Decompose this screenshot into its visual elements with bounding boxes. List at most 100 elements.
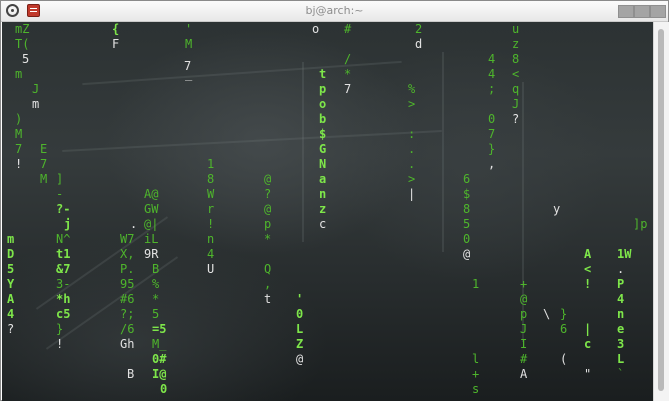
matrix-glyph: ; — [488, 82, 496, 96]
matrix-glyph: iL — [144, 232, 159, 246]
matrix-glyph: D — [7, 247, 15, 261]
matrix-glyph: n — [617, 307, 625, 321]
matrix-glyph: J — [520, 322, 528, 336]
matrix-glyph: c — [584, 337, 592, 351]
matrix-glyph: M — [40, 172, 48, 186]
matrix-glyph: ]p — [633, 217, 648, 231]
matrix-glyph: A — [520, 367, 528, 381]
matrix-glyph: } — [560, 307, 568, 321]
matrix-glyph: L — [296, 322, 304, 336]
matrix-glyph: t — [319, 67, 327, 81]
matrix-glyph: N — [319, 157, 327, 171]
matrix-glyph: /6 — [120, 322, 135, 336]
matrix-glyph: | — [408, 187, 416, 201]
matrix-glyph: 4 — [488, 52, 496, 66]
matrix-glyph: # — [520, 352, 528, 366]
background-scenery — [302, 62, 304, 242]
matrix-glyph: A — [584, 247, 592, 261]
matrix-glyph: I — [520, 337, 528, 351]
matrix-glyph: 2 — [415, 22, 423, 36]
matrix-glyph: $ — [319, 127, 327, 141]
minimize-button[interactable] — [618, 5, 634, 18]
matrix-glyph: o — [312, 22, 320, 36]
matrix-glyph: d — [415, 37, 423, 51]
matrix-glyph: 4 — [488, 67, 496, 81]
matrix-glyph: *h — [56, 292, 71, 306]
matrix-glyph: 7 — [40, 157, 48, 171]
background-scenery — [62, 130, 442, 152]
matrix-glyph: 0 — [296, 307, 304, 321]
matrix-glyph: F — [112, 37, 120, 51]
matrix-glyph: _ — [185, 67, 193, 81]
matrix-glyph: z — [512, 37, 520, 51]
matrix-glyph: 4 — [617, 292, 625, 306]
matrix-glyph: * — [264, 232, 272, 246]
matrix-glyph: p — [520, 307, 528, 321]
matrix-glyph: o — [319, 97, 327, 111]
matrix-glyph: 1 — [207, 157, 215, 171]
matrix-glyph: B — [127, 367, 135, 381]
matrix-glyph: W — [207, 187, 215, 201]
matrix-glyph: j — [64, 217, 72, 231]
matrix-glyph: B — [152, 262, 160, 276]
matrix-glyph: a — [319, 172, 327, 186]
background-scenery — [82, 60, 402, 86]
matrix-glyph: =5 — [152, 322, 167, 336]
scrollbar-thumb[interactable] — [658, 29, 664, 391]
background-scenery — [442, 52, 444, 252]
matrix-glyph: # — [344, 22, 352, 36]
matrix-glyph: m — [7, 232, 15, 246]
terminal-scrollbar[interactable] — [653, 22, 669, 401]
matrix-glyph: l — [472, 352, 480, 366]
title-bar[interactable]: bj@arch:~ — [1, 1, 668, 22]
matrix-glyph: t1 — [56, 247, 71, 261]
matrix-glyph: #6 — [120, 292, 135, 306]
matrix-glyph: 0 — [463, 232, 471, 246]
matrix-glyph: n — [319, 187, 327, 201]
matrix-glyph: s — [472, 382, 480, 396]
matrix-glyph: ' — [296, 292, 304, 306]
matrix-glyph: 4 — [7, 307, 15, 321]
matrix-glyph: ! — [56, 337, 64, 351]
matrix-glyph: ? — [264, 187, 272, 201]
matrix-glyph: A — [7, 292, 15, 306]
matrix-glyph: c5 — [56, 307, 71, 321]
maximize-button[interactable] — [634, 5, 650, 18]
matrix-glyph: 8 — [463, 202, 471, 216]
matrix-glyph: . — [408, 142, 416, 156]
matrix-glyph: 8 — [512, 52, 520, 66]
matrix-glyph: A@ — [144, 187, 159, 201]
matrix-glyph: , — [264, 277, 272, 291]
matrix-glyph: } — [56, 322, 64, 336]
close-button[interactable] — [650, 5, 666, 18]
matrix-glyph: q — [512, 82, 520, 96]
matrix-glyph: / — [344, 52, 352, 66]
matrix-glyph: M_ — [152, 337, 167, 351]
matrix-glyph: u — [512, 22, 520, 36]
matrix-glyph: 5 — [463, 217, 471, 231]
matrix-glyph: U — [207, 262, 215, 276]
matrix-glyph: ` — [617, 367, 625, 381]
matrix-glyph: E — [40, 142, 48, 156]
matrix-glyph: 1W — [617, 247, 632, 261]
matrix-glyph: 5 — [22, 52, 30, 66]
matrix-glyph: Z — [296, 337, 304, 351]
matrix-glyph: 6 — [560, 322, 568, 336]
matrix-glyph: z — [319, 202, 327, 216]
matrix-glyph: e — [617, 322, 625, 336]
matrix-glyph: @ — [264, 172, 272, 186]
matrix-glyph: W7 — [120, 232, 135, 246]
matrix-glyph: m — [15, 67, 23, 81]
matrix-glyph: 6 — [463, 172, 471, 186]
matrix-glyph: Q — [264, 262, 272, 276]
matrix-glyph: % — [408, 82, 416, 96]
matrix-glyph: 95 — [120, 277, 135, 291]
terminal-output[interactable]: mZ{' o #2 u T(F Md z 5/4 8 7 m _ * < Jt 7 4 q m p%; J) o >0? Mb… — [2, 22, 653, 401]
matrix-glyph: > — [408, 172, 416, 186]
matrix-glyph: } — [488, 142, 496, 156]
matrix-glyph: m — [32, 97, 40, 111]
matrix-glyph: * — [152, 292, 160, 306]
matrix-glyph: M — [15, 127, 23, 141]
matrix-glyph: GW — [144, 202, 159, 216]
matrix-glyph: . — [617, 262, 625, 276]
